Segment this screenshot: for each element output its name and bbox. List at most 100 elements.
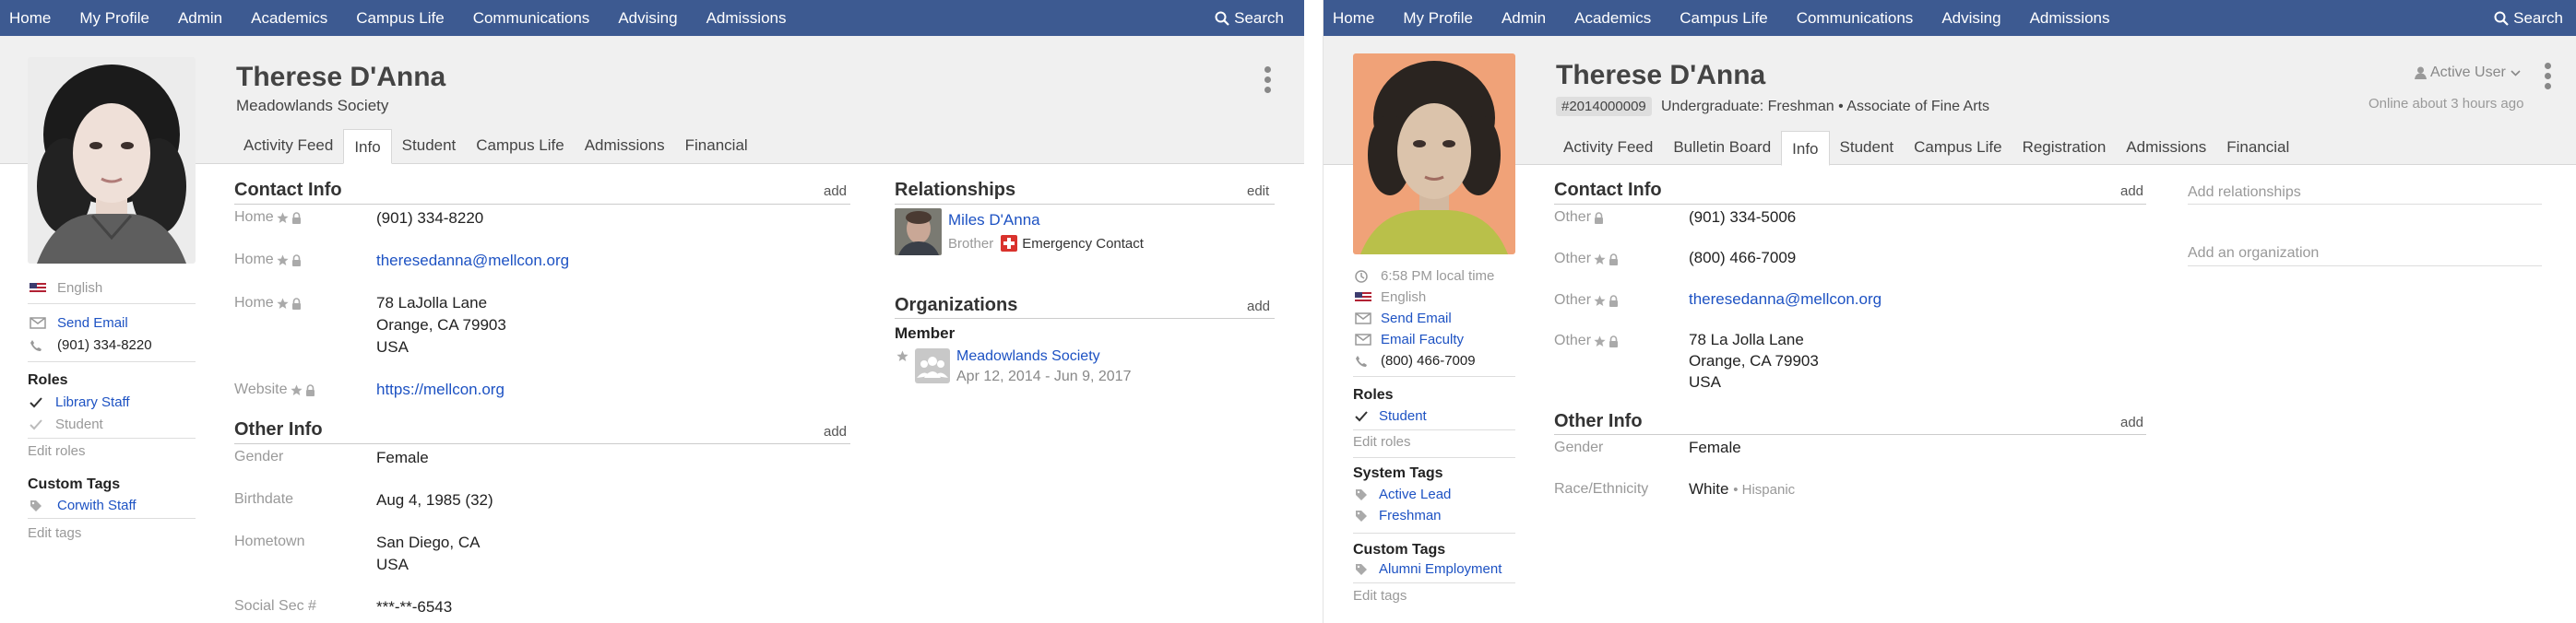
tag-item[interactable]: Corwith Staff	[30, 498, 137, 513]
tab-admissions[interactable]: Admissions	[2116, 130, 2216, 165]
member-heading: Member	[895, 324, 956, 342]
email-faculty-row[interactable]: Email Faculty	[1355, 332, 1464, 347]
divider	[28, 303, 196, 304]
nav-advising[interactable]: Advising	[618, 9, 677, 28]
tag-label[interactable]: Corwith Staff	[57, 498, 137, 513]
email-link[interactable]: theresedanna@mellcon.org	[1689, 288, 1882, 310]
nav-my-profile[interactable]: My Profile	[79, 9, 149, 28]
role-label[interactable]: Student	[1379, 408, 1427, 424]
other-label: Race/Ethnicity	[1554, 481, 1649, 497]
send-email-row[interactable]: Send Email	[30, 315, 128, 331]
tab-activity-feed[interactable]: Activity Feed	[1553, 130, 1663, 165]
tab-financial[interactable]: Financial	[2216, 130, 2299, 165]
profile-photo	[1353, 53, 1515, 254]
tab-student[interactable]: Student	[392, 128, 467, 163]
tab-campus-life[interactable]: Campus Life	[466, 128, 574, 163]
tab-info[interactable]: Info	[1781, 131, 1830, 166]
tab-info[interactable]: Info	[343, 129, 392, 164]
clock-icon	[1355, 269, 1368, 283]
nav-admissions[interactable]: Admissions	[706, 9, 787, 28]
search-button[interactable]: Search	[2494, 0, 2563, 36]
divider	[1353, 582, 1515, 583]
organization-link[interactable]: Meadowlands Society	[956, 346, 1100, 367]
nav-home[interactable]: Home	[1333, 9, 1374, 28]
address-line: Orange, CA 79903	[1689, 352, 1819, 370]
tag-label[interactable]: Active Lead	[1379, 487, 1451, 502]
add-organization-button[interactable]: add	[1247, 299, 1270, 314]
edit-relationships-button[interactable]: edit	[1247, 183, 1269, 199]
tab-admissions[interactable]: Admissions	[575, 128, 675, 163]
check-icon	[1355, 410, 1368, 421]
profile-subtitle: Meadowlands Society	[236, 97, 389, 114]
tab-bulletin-board[interactable]: Bulletin Board	[1663, 130, 1781, 165]
active-user-dropdown[interactable]: Active User	[2415, 65, 2521, 81]
edit-roles-link[interactable]: Edit roles	[28, 443, 86, 459]
tab-activity-feed[interactable]: Activity Feed	[233, 128, 343, 163]
edit-tags-link[interactable]: Edit tags	[28, 525, 81, 541]
nav-advising[interactable]: Advising	[1941, 9, 2000, 28]
email-faculty-link[interactable]: Email Faculty	[1381, 332, 1464, 347]
check-icon	[30, 396, 42, 407]
nav-my-profile[interactable]: My Profile	[1403, 9, 1473, 28]
tag-item[interactable]: Freshman	[1355, 508, 1442, 523]
tag-label[interactable]: Alumni Employment	[1379, 561, 1502, 577]
add-contact-button[interactable]: add	[824, 183, 847, 199]
tag-item[interactable]: Alumni Employment	[1355, 561, 1502, 577]
nav-academics[interactable]: Academics	[1574, 9, 1651, 28]
website-link[interactable]: https://mellcon.org	[376, 379, 505, 400]
kebab-dot-icon	[1264, 66, 1271, 73]
add-organization-link[interactable]: Add an organization	[2188, 245, 2319, 262]
send-email-row[interactable]: Send Email	[1355, 311, 1452, 326]
relationships-heading: Relationships	[895, 180, 1016, 200]
nav-campus-life[interactable]: Campus Life	[1680, 9, 1767, 28]
other-label: Hometown	[234, 534, 305, 549]
role-item[interactable]: Student	[30, 417, 103, 432]
divider	[1353, 457, 1515, 458]
add-other-info-button[interactable]: add	[824, 424, 847, 440]
star-icon[interactable]	[896, 350, 908, 362]
nav-campus-life[interactable]: Campus Life	[356, 9, 444, 28]
star-icon	[1594, 335, 1606, 347]
section-divider	[2188, 265, 2542, 266]
tag-label[interactable]: Freshman	[1379, 508, 1442, 523]
role-label[interactable]: Student	[55, 417, 103, 432]
divider	[28, 438, 196, 439]
tag-item[interactable]: Active Lead	[1355, 487, 1451, 502]
star-icon	[277, 298, 289, 309]
lock-icon	[1609, 253, 1619, 265]
section-divider	[1554, 434, 2146, 435]
other-value: Aug 4, 1985 (32)	[376, 491, 493, 509]
more-menu-button[interactable]	[1264, 66, 1271, 93]
edit-roles-link[interactable]: Edit roles	[1353, 434, 1411, 450]
nav-home[interactable]: Home	[9, 9, 51, 28]
tab-student[interactable]: Student	[1830, 130, 1905, 165]
nav-admin[interactable]: Admin	[1502, 9, 1546, 28]
nav-communications[interactable]: Communications	[473, 9, 590, 28]
role-item[interactable]: Student	[1355, 408, 1427, 424]
us-flag-icon	[1355, 291, 1371, 303]
role-label[interactable]: Library Staff	[55, 394, 130, 410]
nav-academics[interactable]: Academics	[251, 9, 327, 28]
divider	[1353, 533, 1515, 534]
lock-icon	[1595, 211, 1604, 224]
tab-registration[interactable]: Registration	[2012, 130, 2117, 165]
tab-campus-life[interactable]: Campus Life	[1904, 130, 2012, 165]
more-menu-button[interactable]	[2544, 63, 2551, 89]
nav-communications[interactable]: Communications	[1797, 9, 1914, 28]
send-email-link[interactable]: Send Email	[1381, 311, 1452, 326]
add-contact-button[interactable]: add	[2120, 183, 2143, 199]
nav-admissions[interactable]: Admissions	[2030, 9, 2110, 28]
edit-tags-link[interactable]: Edit tags	[1353, 588, 1407, 604]
section-divider	[895, 318, 1275, 319]
email-link[interactable]: theresedanna@mellcon.org	[376, 250, 569, 271]
nav-admin[interactable]: Admin	[178, 9, 222, 28]
add-other-info-button[interactable]: add	[2120, 415, 2143, 430]
search-button[interactable]: Search	[1215, 0, 1284, 36]
tab-financial[interactable]: Financial	[675, 128, 758, 163]
send-email-link[interactable]: Send Email	[57, 315, 128, 331]
relation-name-link[interactable]: Miles D'Anna	[948, 209, 1040, 230]
role-item[interactable]: Library Staff	[30, 394, 130, 410]
add-relationships-link[interactable]: Add relationships	[2188, 184, 2301, 201]
language-label: English	[1381, 289, 1427, 305]
star-icon	[290, 384, 303, 395]
